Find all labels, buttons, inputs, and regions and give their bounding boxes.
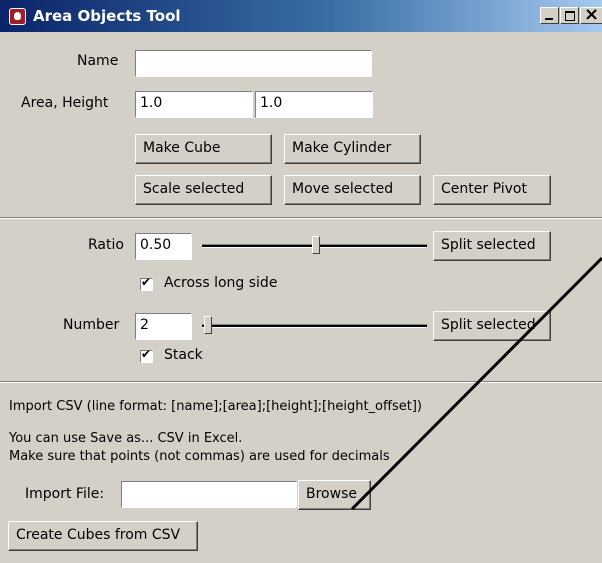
annotation-arrow-line <box>350 256 602 511</box>
annotation-overlay <box>350 256 602 511</box>
area-objects-window: Area Objects Tool Name Area, Height 1.0 … <box>0 0 602 563</box>
